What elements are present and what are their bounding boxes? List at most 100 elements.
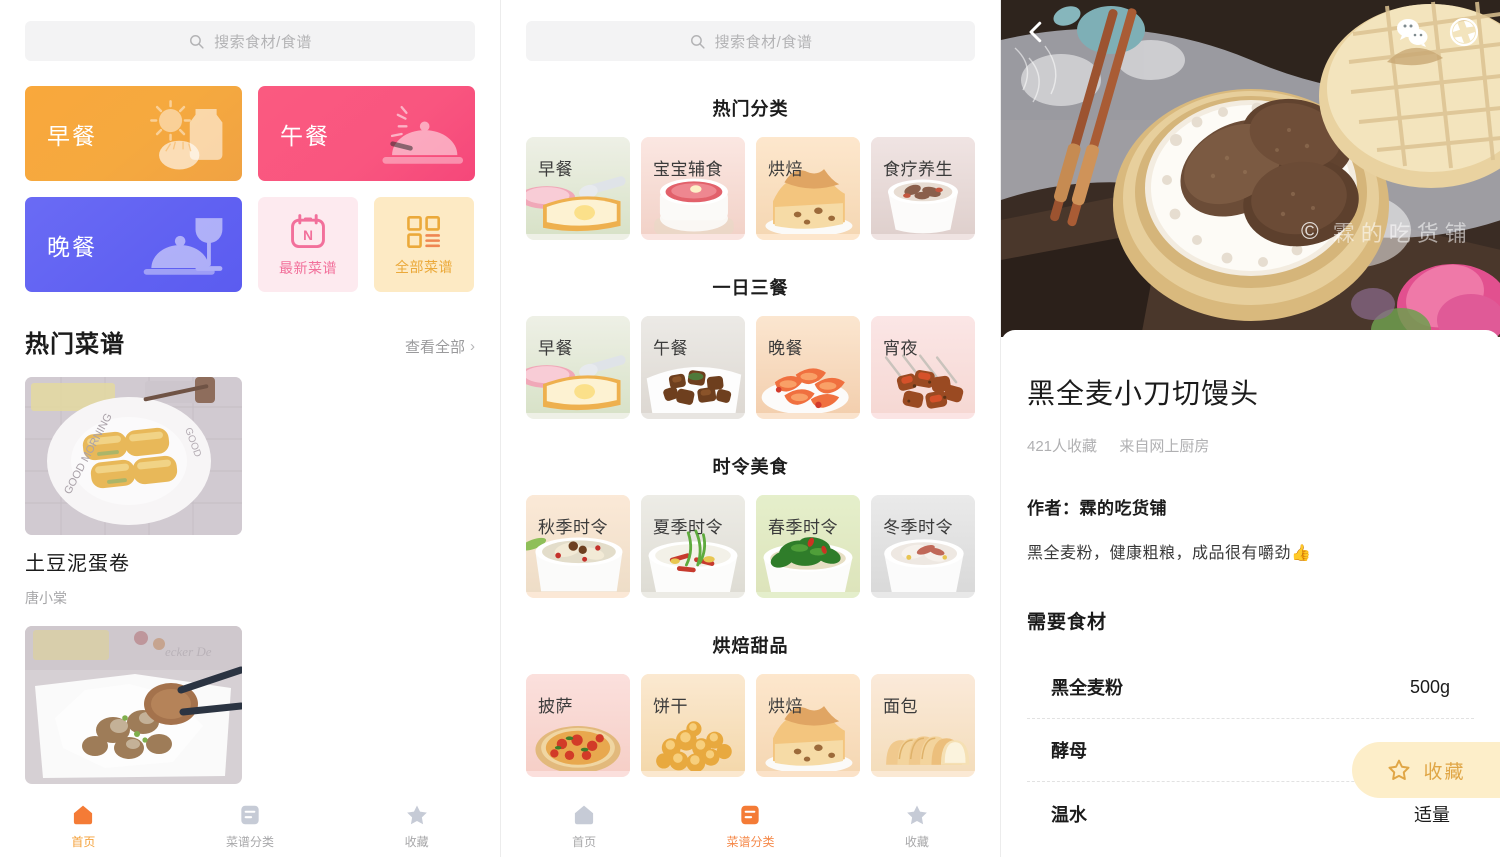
pink-porridge-photo: [641, 137, 745, 235]
cloche-dish-icon: [382, 105, 464, 164]
view-all-link[interactable]: 查看全部 ›: [405, 336, 475, 357]
category-cell-winter[interactable]: 冬季时令: [871, 495, 975, 598]
winter-congee-photo: [871, 495, 975, 593]
meal-card-lunch[interactable]: 午餐: [258, 86, 475, 181]
bottom-tab-bar: 首页 菜谱分类 收藏: [501, 795, 1000, 857]
recipe-title: 土豆泥蛋卷: [25, 553, 130, 575]
page-title: 热门菜谱: [25, 331, 125, 358]
wechat-share-button[interactable]: [1395, 15, 1429, 49]
watermark-text: 霖的吃货铺: [1332, 221, 1473, 246]
meal-card-breakfast-label: 早餐: [47, 122, 97, 149]
star-icon: [406, 805, 427, 825]
search-icon: [689, 33, 706, 50]
category-cell-lunch[interactable]: 午餐: [641, 316, 745, 419]
recipe-card[interactable]: GOOD MORNING GOOD 土豆泥蛋卷 唐小棠: [25, 377, 242, 608]
search-placeholder: 搜索食材/食谱: [714, 33, 813, 51]
category-cell-bread[interactable]: 面包: [871, 674, 975, 777]
calendar-n-icon: N: [291, 213, 325, 248]
category-cell-baby-food[interactable]: 宝宝辅食: [641, 137, 745, 240]
home-screen: 搜索食材/食谱 早餐 午餐 晚餐 N 最新菜谱 全部菜谱 热门菜谱 查看全部 ›…: [0, 0, 500, 857]
tab-favorites[interactable]: 收藏: [834, 802, 1000, 850]
category-cell-breakfast[interactable]: 早餐: [526, 316, 630, 419]
category-cell-baking[interactable]: 烘焙: [756, 137, 860, 240]
tab-categories[interactable]: 菜谱分类: [167, 802, 334, 850]
category-cell-label: 烘焙: [768, 697, 803, 716]
hero-top-bar: [1001, 0, 1500, 64]
ingredient-name: 酵母: [1051, 741, 1087, 761]
tab-home-label: 首页: [572, 835, 597, 849]
tab-favorites[interactable]: 收藏: [333, 802, 500, 850]
category-cell-pizza[interactable]: 披萨: [526, 674, 630, 777]
recipe-author-line: 作者：霖的吃货铺: [1027, 494, 1474, 519]
category-row: 披萨 饼干 烘焙 面包: [526, 674, 975, 777]
recipe-title: 黑全麦小刀切馒头: [1027, 378, 1260, 409]
meal-card-dinner-label: 晚餐: [47, 233, 97, 260]
category-cell-label: 宵夜: [883, 339, 918, 358]
watermark: © 霖的吃货铺: [1301, 216, 1473, 248]
category-cell-summer[interactable]: 夏季时令: [641, 495, 745, 598]
pizza-photo: [526, 674, 630, 772]
recipe-list: GOOD MORNING GOOD 土豆泥蛋卷 唐小棠 ecker De: [25, 377, 475, 857]
tab-favorites-label: 收藏: [404, 835, 429, 849]
category-cell-label: 饼干: [653, 697, 688, 716]
cloche-wineglass-icon: [143, 218, 223, 275]
favorite-button[interactable]: 收藏: [1352, 742, 1500, 798]
spring-greens-photo: [756, 495, 860, 593]
category-cell-label: 夏季时令: [653, 518, 723, 537]
author-label: 作者：: [1027, 499, 1080, 518]
aperture-icon: [1449, 17, 1479, 47]
meal-card-grid: 早餐 午餐 晚餐 N 最新菜谱 全部菜谱: [25, 86, 475, 292]
tab-home[interactable]: 首页: [501, 802, 667, 850]
search-placeholder: 搜索食材/食谱: [214, 33, 312, 51]
svg-text:ecker De: ecker De: [165, 644, 212, 659]
recipe-thumbnail: ecker De: [25, 626, 242, 784]
category-section-title: 时令美食: [712, 457, 789, 477]
search-input[interactable]: 搜索食材/食谱: [25, 21, 475, 61]
ingredient-row: 黑全麦粉 500g: [1027, 656, 1474, 719]
favorites-count: 421人收藏: [1027, 438, 1098, 455]
category-cell-cookies[interactable]: 饼干: [641, 674, 745, 777]
view-all-label: 查看全部: [404, 339, 465, 356]
category-row: 秋季时令 夏季时令 春季时令 冬季时令: [526, 495, 975, 598]
category-cell-label: 午餐: [653, 339, 688, 358]
tab-categories[interactable]: 菜谱分类: [667, 802, 833, 850]
recipe-author: 唐小棠: [25, 590, 67, 606]
back-button[interactable]: [1021, 17, 1051, 47]
camera-share-button[interactable]: [1447, 15, 1481, 49]
sunrise-bun-milk-icon: [150, 100, 223, 170]
category-cell-late-night[interactable]: 宵夜: [871, 316, 975, 419]
category-section-title: 一日三餐: [712, 278, 789, 298]
toast-butter-photo: [526, 316, 630, 414]
category-cell-label: 晚餐: [768, 339, 803, 358]
recipe-source: 来自网上厨房: [1119, 438, 1210, 455]
ingredient-name: 黑全麦粉: [1051, 678, 1123, 698]
category-cell-label: 早餐: [538, 339, 573, 358]
favorite-button-wrapper: 收藏: [1320, 742, 1500, 798]
search-input[interactable]: 搜索食材/食谱: [526, 21, 975, 61]
category-cell-autumn[interactable]: 秋季时令: [526, 495, 630, 598]
recipe-thumbnail: GOOD MORNING GOOD: [25, 377, 242, 535]
meal-card-dinner[interactable]: 晚餐: [25, 197, 242, 292]
category-cell-dinner[interactable]: 晚餐: [756, 316, 860, 419]
mushroom-soup-photo: [871, 137, 975, 235]
bbq-skewers-photo: [871, 316, 975, 414]
category-cell-label: 宝宝辅食: [653, 160, 723, 179]
category-cell-health-food[interactable]: 食疗养生: [871, 137, 975, 240]
category-cell-baking[interactable]: 烘焙: [756, 674, 860, 777]
quick-card-all-recipes[interactable]: 全部菜谱: [374, 197, 474, 292]
meal-card-breakfast[interactable]: 早餐: [25, 86, 242, 181]
ingredient-name: 温水: [1051, 804, 1087, 825]
category-cell-label: 烘焙: [768, 160, 803, 179]
tab-home[interactable]: 首页: [0, 802, 167, 850]
shrimp-plate-photo: [756, 316, 860, 414]
cake-slice-photo: [756, 137, 860, 235]
hot-recipes-header: 热门菜谱 查看全部 ›: [25, 324, 475, 359]
category-cell-spring[interactable]: 春季时令: [756, 495, 860, 598]
quick-card-latest-recipes[interactable]: N 最新菜谱: [258, 197, 358, 292]
hero-image: © 霖的吃货铺: [1001, 0, 1500, 337]
favorite-button-label: 收藏: [1423, 761, 1466, 783]
home-icon: [575, 805, 594, 825]
tab-home-label: 首页: [71, 835, 96, 849]
recipe-detail-screen: © 霖的吃货铺 黑全麦小刀切馒头 421人收藏 来自网上厨房 作者：霖的吃货铺 …: [1000, 0, 1500, 857]
category-cell-breakfast[interactable]: 早餐: [526, 137, 630, 240]
